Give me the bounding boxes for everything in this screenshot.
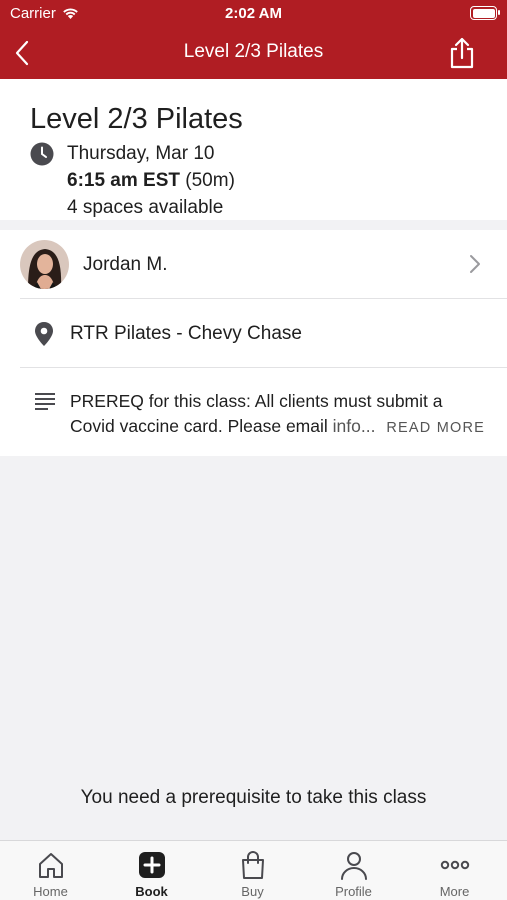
clock-icon xyxy=(30,142,54,166)
class-description: PREREQ for this class: All clients must … xyxy=(70,389,485,441)
read-more-button[interactable]: READ MORE xyxy=(386,416,485,441)
avatar xyxy=(20,240,69,289)
prerequisite-message: You need a prerequisite to take this cla… xyxy=(80,787,427,808)
tab-bar: Home Book Buy Profile More xyxy=(0,840,507,900)
class-start-time: 6:15 am EST xyxy=(67,170,180,191)
description-email-link[interactable]: info... xyxy=(333,416,376,436)
location-name: RTR Pilates - Chevy Chase xyxy=(70,323,302,344)
tab-profile-label: Profile xyxy=(335,884,372,899)
profile-icon xyxy=(341,852,367,880)
tab-profile[interactable]: Profile xyxy=(303,841,404,900)
class-date: Thursday, Mar 10 xyxy=(67,143,215,164)
class-time: 6:15 am EST (50m) xyxy=(67,170,235,192)
nav-bar: Level 2/3 Pilates xyxy=(0,28,507,79)
location-row[interactable]: RTR Pilates - Chevy Chase xyxy=(0,299,507,368)
nav-title: Level 2/3 Pilates xyxy=(183,41,324,62)
share-icon[interactable] xyxy=(447,36,477,70)
description-lines-icon xyxy=(35,393,55,410)
location-pin-icon xyxy=(35,322,53,346)
status-time: 2:02 AM xyxy=(225,5,282,22)
tab-more[interactable]: More xyxy=(404,841,505,900)
description-line-1: PREREQ for this class: All clients must … xyxy=(70,391,443,411)
battery-icon xyxy=(470,6,500,20)
status-bar: Carrier 2:02 AM xyxy=(0,0,507,28)
spaces-available: 4 spaces available xyxy=(67,197,224,218)
instructor-name: Jordan M. xyxy=(83,254,168,275)
tab-buy-label: Buy xyxy=(241,884,264,899)
class-header: Level 2/3 Pilates Thursday, Mar 10 6:15 … xyxy=(0,79,507,220)
class-duration: (50m) xyxy=(185,170,235,191)
description-line-2: Covid vaccine card. Please email xyxy=(70,416,333,436)
home-icon xyxy=(39,853,63,878)
class-title: Level 2/3 Pilates xyxy=(30,103,243,135)
instructor-row[interactable]: Jordan M. xyxy=(0,230,507,299)
tab-book-label: Book xyxy=(135,884,168,899)
more-dots-icon xyxy=(440,860,470,870)
chevron-right-icon xyxy=(470,255,480,273)
description-row: PREREQ for this class: All clients must … xyxy=(0,368,507,456)
tab-book[interactable]: Book xyxy=(101,841,202,900)
shopping-bag-icon xyxy=(242,851,264,879)
class-details: Jordan M. RTR Pilates - Chevy Chase PRER… xyxy=(0,230,507,456)
book-plus-icon xyxy=(139,852,165,878)
tab-more-label: More xyxy=(439,884,470,899)
tab-buy[interactable]: Buy xyxy=(202,841,303,900)
tab-home[interactable]: Home xyxy=(0,841,101,900)
tab-home-label: Home xyxy=(33,884,68,899)
